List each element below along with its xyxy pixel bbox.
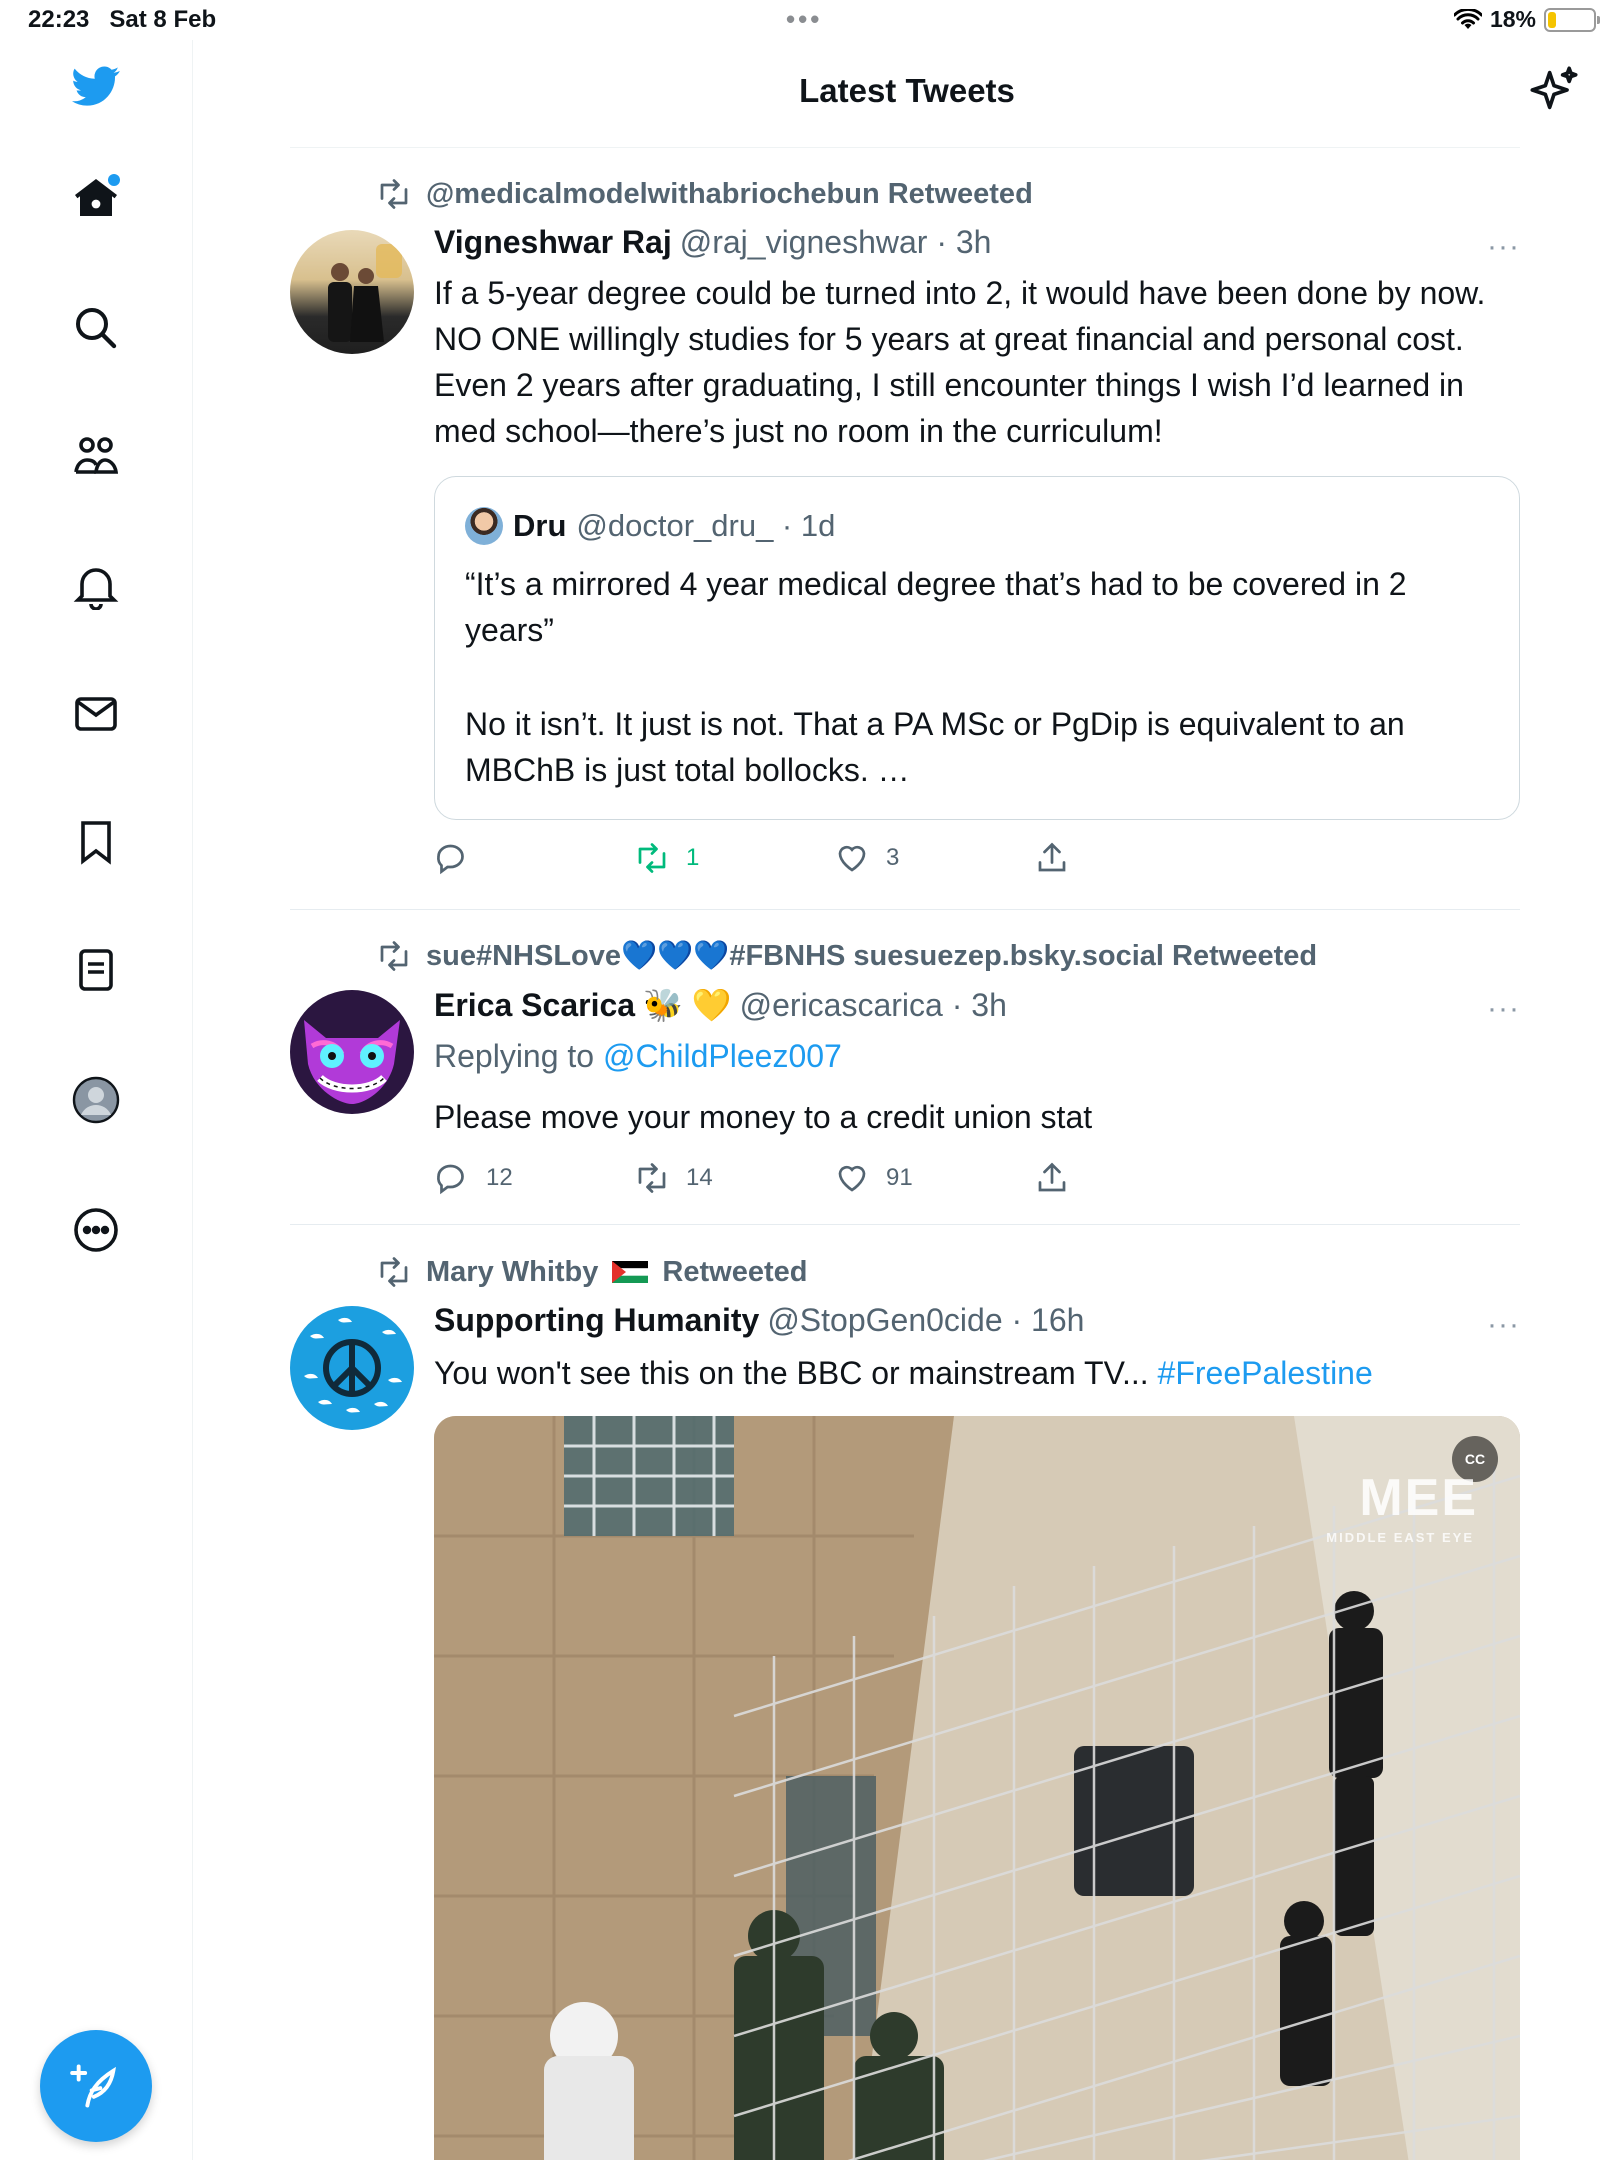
author-emoji: 🐝 💛: [643, 987, 732, 1023]
quote-text-1: “It’s a mirrored 4 year medical degree t…: [465, 566, 1407, 648]
reply-button[interactable]: 12: [434, 1160, 513, 1196]
retweet-context: sue#NHSLove💙💙💙#FBNHS suesuezep.bsky.soci…: [376, 938, 1317, 974]
home-notification-dot: [108, 174, 120, 186]
communities-icon[interactable]: [70, 430, 122, 482]
more-options-button[interactable]: ···: [1480, 992, 1520, 1026]
author-name[interactable]: Erica Scarica: [434, 987, 635, 1024]
share-button[interactable]: [1034, 840, 1070, 876]
retweet-icon: [380, 941, 408, 971]
quote-handle: @doctor_dru_ · 1d: [576, 508, 836, 543]
tweet[interactable]: @medicalmodelwithabriochebun Retweeted V…: [290, 172, 1520, 892]
battery-percent: 18%: [1489, 6, 1536, 32]
sparkle-icon[interactable]: [1528, 64, 1580, 116]
retweeted-by[interactable]: sue#NHSLove💙💙💙#FBNHS suesuezep.bsky.soci…: [426, 939, 1317, 973]
tweet-text: Please move your money to a credit union…: [434, 1099, 1093, 1135]
like-count: 91: [886, 1164, 913, 1191]
tweet[interactable]: sue#NHSLove💙💙💙#FBNHS suesuezep.bsky.soci…: [290, 934, 1520, 1204]
status-right: 18%: [1453, 6, 1600, 33]
like-button[interactable]: 91: [834, 1160, 913, 1196]
tweet-divider: [290, 1224, 1520, 1225]
lists-icon[interactable]: [70, 944, 122, 996]
author-handle[interactable]: @ericascarica · 3h: [740, 987, 1007, 1024]
retweet-icon: [380, 179, 408, 209]
mee-watermark: MEE: [1359, 1469, 1478, 1527]
compose-button[interactable]: [40, 2030, 152, 2142]
tweet-text: You won't see this on the BBC or mainstr…: [434, 1355, 1373, 1391]
home-icon[interactable]: [70, 172, 122, 224]
reply-icon: [437, 1164, 464, 1195]
tweet-author[interactable]: Vigneshwar Raj @raj_vigneshwar · 3h: [434, 224, 991, 261]
compose-icon: [70, 2064, 116, 2108]
tweet-actions: 12 14 91: [434, 1160, 1434, 1200]
quote-text-2: No it isn’t. It just is not. That a PA M…: [465, 706, 1405, 788]
retweet-button[interactable]: 14: [634, 1160, 713, 1196]
search-icon[interactable]: [70, 302, 122, 354]
author-name[interactable]: Vigneshwar Raj: [434, 224, 672, 261]
heart-icon: [838, 845, 866, 872]
messages-icon[interactable]: [70, 688, 122, 740]
reply-target-link[interactable]: @ChildPleez007: [603, 1038, 842, 1074]
avatar[interactable]: [290, 230, 414, 354]
profile-icon[interactable]: [70, 1074, 122, 1126]
mee-watermark-sub: MIDDLE EAST EYE: [1326, 1530, 1474, 1545]
video-frame: [434, 1416, 1520, 2160]
retweet-context: Mary Whitby Retweeted: [376, 1254, 807, 1290]
heart-icon: [838, 1165, 866, 1192]
more-options-button[interactable]: ···: [1480, 1308, 1520, 1342]
wifi-icon: [1453, 8, 1482, 29]
tweet-actions: 1 3: [434, 840, 1434, 880]
sidebar: [0, 40, 193, 2160]
quoted-tweet[interactable]: Dru @doctor_dru_ · 1d “It’s a mirrored 4…: [434, 476, 1520, 820]
hashtag-link[interactable]: #FreePalestine: [1158, 1355, 1373, 1391]
tweet-text: If a 5-year degree could be turned into …: [434, 275, 1486, 449]
timeline-header: Latest Tweets: [194, 40, 1620, 144]
tweet-author[interactable]: Erica Scarica 🐝 💛 @ericascarica · 3h: [434, 986, 1007, 1024]
retweet-button[interactable]: 1: [634, 840, 699, 876]
avatar[interactable]: [290, 990, 414, 1114]
reply-count: 12: [486, 1164, 513, 1191]
tweet-divider: [290, 909, 1520, 910]
retweet-icon: [638, 843, 666, 873]
notifications-icon[interactable]: [70, 560, 122, 612]
retweeted-by[interactable]: Mary Whitby: [426, 1256, 598, 1289]
retweeted-by[interactable]: @medicalmodelwithabriochebun Retweeted: [426, 178, 1033, 211]
like-count: 3: [886, 844, 900, 871]
more-icon[interactable]: [70, 1204, 122, 1256]
tweet[interactable]: Mary Whitby Retweeted Supporting Humanit…: [290, 1250, 1520, 2160]
bookmarks-icon[interactable]: [70, 816, 122, 868]
share-icon: [1038, 842, 1066, 872]
retweeted-suffix: Retweeted: [662, 1255, 808, 1288]
tweet-author[interactable]: Supporting Humanity @StopGen0cide · 16h: [434, 1302, 1084, 1339]
share-button[interactable]: [1034, 1160, 1070, 1196]
quote-author[interactable]: Dru @doctor_dru_ · 1d: [465, 507, 835, 545]
battery-icon: [1544, 7, 1600, 32]
avatar[interactable]: [290, 1306, 414, 1430]
author-name[interactable]: Supporting Humanity: [434, 1302, 759, 1339]
quote-name: Dru: [513, 508, 567, 543]
status-bar: 22:23 Sat 8 Feb ••• 18%: [0, 0, 1620, 40]
retweet-icon: [638, 1163, 666, 1193]
status-time: 22:23 Sat 8 Feb: [28, 6, 217, 33]
multitasking-dots[interactable]: •••: [786, 4, 822, 35]
replying-to: Replying to @ChildPleez007: [434, 1038, 842, 1074]
twitter-logo-icon[interactable]: [70, 60, 122, 112]
more-options-button[interactable]: ···: [1480, 230, 1520, 264]
retweet-count: 1: [686, 844, 700, 871]
author-handle[interactable]: @raj_vigneshwar · 3h: [680, 224, 992, 261]
author-handle[interactable]: @StopGen0cide · 16h: [767, 1302, 1084, 1339]
palestine-flag-icon: [612, 1261, 649, 1283]
header-divider: [290, 147, 1520, 148]
share-icon: [1038, 1162, 1066, 1192]
reply-icon: [437, 844, 464, 875]
quote-avatar: [465, 507, 503, 545]
like-button[interactable]: 3: [834, 840, 899, 876]
video-media[interactable]: CC MEE MIDDLE EAST EYE: [434, 1416, 1520, 2160]
reply-button[interactable]: [434, 840, 486, 876]
retweet-count: 14: [686, 1164, 713, 1191]
page-title: Latest Tweets: [799, 72, 1015, 109]
retweet-icon: [380, 1257, 408, 1287]
retweet-context: @medicalmodelwithabriochebun Retweeted: [376, 176, 1033, 212]
battery-fill: [1548, 11, 1556, 28]
